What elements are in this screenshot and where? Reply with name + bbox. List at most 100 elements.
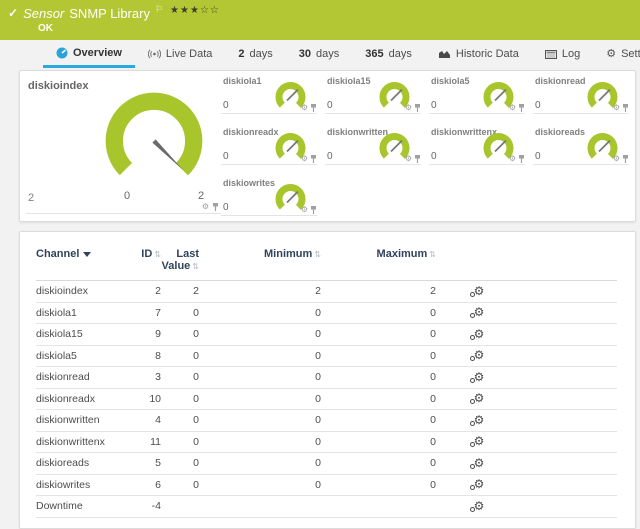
gauge-cell[interactable]: diskionwrittenx 0 ⚙ xyxy=(429,127,525,165)
gear-icon[interactable]: ⚙ xyxy=(301,155,308,163)
channel-settings-icon[interactable]: ⚙ xyxy=(474,349,485,361)
pin-icon[interactable] xyxy=(622,104,629,112)
gauge-cell[interactable]: diskiola1 0 ⚙ xyxy=(221,76,317,114)
channel-row[interactable]: Downtime -4 ⚙ xyxy=(36,496,617,518)
channel-row[interactable]: diskionwritten 4 0 0 0 ⚙ xyxy=(36,410,617,432)
channel-name[interactable]: diskiola15 xyxy=(36,324,136,346)
channel-name[interactable]: diskioreads xyxy=(36,453,136,475)
gauge-cell[interactable]: diskionread 0 ⚙ xyxy=(533,76,629,114)
gear-icon[interactable]: ⚙ xyxy=(301,104,308,112)
gear-icon[interactable]: ⚙ xyxy=(613,155,620,163)
gauge-cell[interactable]: diskioreads 0 ⚙ xyxy=(533,127,629,165)
channel-settings-icon[interactable]: ⚙ xyxy=(474,414,485,426)
gear-icon[interactable]: ⚙ xyxy=(301,206,308,214)
gauge-cell[interactable]: diskionreadx 0 ⚙ xyxy=(221,127,317,165)
channel-name[interactable]: diskioindex xyxy=(36,281,136,303)
channel-row[interactable]: diskioreads 5 0 0 0 ⚙ xyxy=(36,453,617,475)
col-header-last-value[interactable]: Last Value⇅ xyxy=(161,246,199,281)
tab-365-days[interactable]: 365days xyxy=(352,40,425,68)
channel-settings-icon[interactable]: ⚙ xyxy=(474,306,485,318)
gear-icon[interactable]: ⚙ xyxy=(405,155,412,163)
channel-name[interactable]: diskionwritten xyxy=(36,410,136,432)
channel-last-value: 0 xyxy=(161,324,199,346)
pin-icon[interactable] xyxy=(310,206,317,214)
channel-maximum: 0 xyxy=(321,345,436,367)
channel-name[interactable]: diskionreadx xyxy=(36,388,136,410)
channel-settings-icon[interactable]: ⚙ xyxy=(474,371,485,383)
channel-settings-icon[interactable]: ⚙ xyxy=(474,457,485,469)
priority-stars[interactable]: ★★★☆☆ xyxy=(170,3,220,18)
channel-maximum: 0 xyxy=(321,410,436,432)
channel-row[interactable]: diskiola1 7 0 0 0 ⚙ xyxy=(36,302,617,324)
stars-empty: ☆☆ xyxy=(200,5,220,16)
gauge-cell[interactable]: diskionwritten 0 ⚙ xyxy=(325,127,421,165)
channel-minimum: 0 xyxy=(199,388,321,410)
tab-overview[interactable]: Overview xyxy=(43,40,135,68)
channel-name[interactable]: diskiola5 xyxy=(36,345,136,367)
gear-icon[interactable]: ⚙ xyxy=(405,104,412,112)
pin-icon[interactable] xyxy=(414,155,421,163)
col-header-id[interactable]: ID⇅ xyxy=(136,246,161,281)
channel-name[interactable]: diskiowrites xyxy=(36,474,136,496)
channel-name[interactable]: diskionread xyxy=(36,367,136,389)
channel-row[interactable]: diskiola5 8 0 0 0 ⚙ xyxy=(36,345,617,367)
gear-icon[interactable]: ⚙ xyxy=(202,203,209,211)
gear-icon[interactable]: ⚙ xyxy=(613,104,620,112)
channel-minimum: 0 xyxy=(199,431,321,453)
channel-settings-icon[interactable]: ⚙ xyxy=(474,435,485,447)
tab-log[interactable]: Log xyxy=(532,40,593,68)
pin-icon[interactable] xyxy=(310,104,317,112)
tab-30-days[interactable]: 30days xyxy=(286,40,353,68)
channel-settings-icon[interactable]: ⚙ xyxy=(474,285,485,297)
channel-name[interactable]: Downtime xyxy=(36,496,136,518)
channel-minimum: 0 xyxy=(199,474,321,496)
channel-id: 6 xyxy=(136,474,161,496)
channel-row[interactable]: diskioindex 2 2 2 2 ⚙ xyxy=(36,281,617,303)
tab-2-days[interactable]: 2days xyxy=(225,40,285,68)
pin-icon[interactable] xyxy=(414,104,421,112)
channel-row[interactable]: diskionread 3 0 0 0 ⚙ xyxy=(36,367,617,389)
channel-row[interactable]: diskionreadx 10 0 0 0 ⚙ xyxy=(36,388,617,410)
pin-icon[interactable] xyxy=(212,203,219,211)
gauge-cell[interactable]: diskiola5 0 ⚙ xyxy=(429,76,525,114)
gear-icon: ⚙ xyxy=(606,49,616,60)
pin-icon[interactable] xyxy=(518,155,525,163)
gauge-cell[interactable]: diskiola15 0 ⚙ xyxy=(325,76,421,114)
channel-id: 9 xyxy=(136,324,161,346)
pin-icon[interactable] xyxy=(622,155,629,163)
gauge-current-value: 0 xyxy=(431,151,437,162)
col-header-channel[interactable]: Channel xyxy=(36,246,136,281)
channel-row[interactable]: diskionwrittenx 11 0 0 0 ⚙ xyxy=(36,431,617,453)
tab-live-data[interactable]: Live Data xyxy=(135,40,225,68)
channel-name[interactable]: diskionwrittenx xyxy=(36,431,136,453)
tab-historic-data[interactable]: Historic Data xyxy=(425,40,532,68)
channel-id: 2 xyxy=(136,281,161,303)
gear-icon[interactable]: ⚙ xyxy=(509,155,516,163)
sensor-status-badge: OK xyxy=(38,23,630,34)
pin-icon[interactable] xyxy=(518,104,525,112)
channel-minimum: 2 xyxy=(199,281,321,303)
gauge-cell-diskioindex[interactable]: diskioindex 0 2 2 ⚙ xyxy=(26,76,221,214)
channel-maximum: 0 xyxy=(321,324,436,346)
gauge-current-value: 0 xyxy=(535,151,541,162)
gauge-title: diskioindex xyxy=(28,80,89,92)
channel-last-value: 2 xyxy=(161,281,199,303)
channel-row[interactable]: diskiola15 9 0 0 0 ⚙ xyxy=(36,324,617,346)
channel-maximum: 0 xyxy=(321,367,436,389)
col-header-maximum[interactable]: Maximum⇅ xyxy=(321,246,436,281)
channel-settings-icon[interactable]: ⚙ xyxy=(474,478,485,490)
channels-table: Channel ID⇅ Last Value⇅ Minimum⇅ Maximum… xyxy=(36,246,617,518)
channel-settings-icon[interactable]: ⚙ xyxy=(474,500,485,512)
channel-settings-icon[interactable]: ⚙ xyxy=(474,392,485,404)
pin-icon[interactable] xyxy=(310,155,317,163)
channel-settings-icon[interactable]: ⚙ xyxy=(474,328,485,340)
tab-settings[interactable]: ⚙ Settings xyxy=(593,40,640,68)
priority-flag-icon: ⚐ xyxy=(155,2,163,17)
col-header-minimum[interactable]: Minimum⇅ xyxy=(199,246,321,281)
gauge-min-label: 0 xyxy=(124,190,130,202)
gear-icon[interactable]: ⚙ xyxy=(509,104,516,112)
channel-name[interactable]: diskiola1 xyxy=(36,302,136,324)
gauge-needle xyxy=(495,141,506,152)
gauge-cell[interactable]: diskiowrites 0 ⚙ xyxy=(221,178,317,216)
channel-row[interactable]: diskiowrites 6 0 0 0 ⚙ xyxy=(36,474,617,496)
